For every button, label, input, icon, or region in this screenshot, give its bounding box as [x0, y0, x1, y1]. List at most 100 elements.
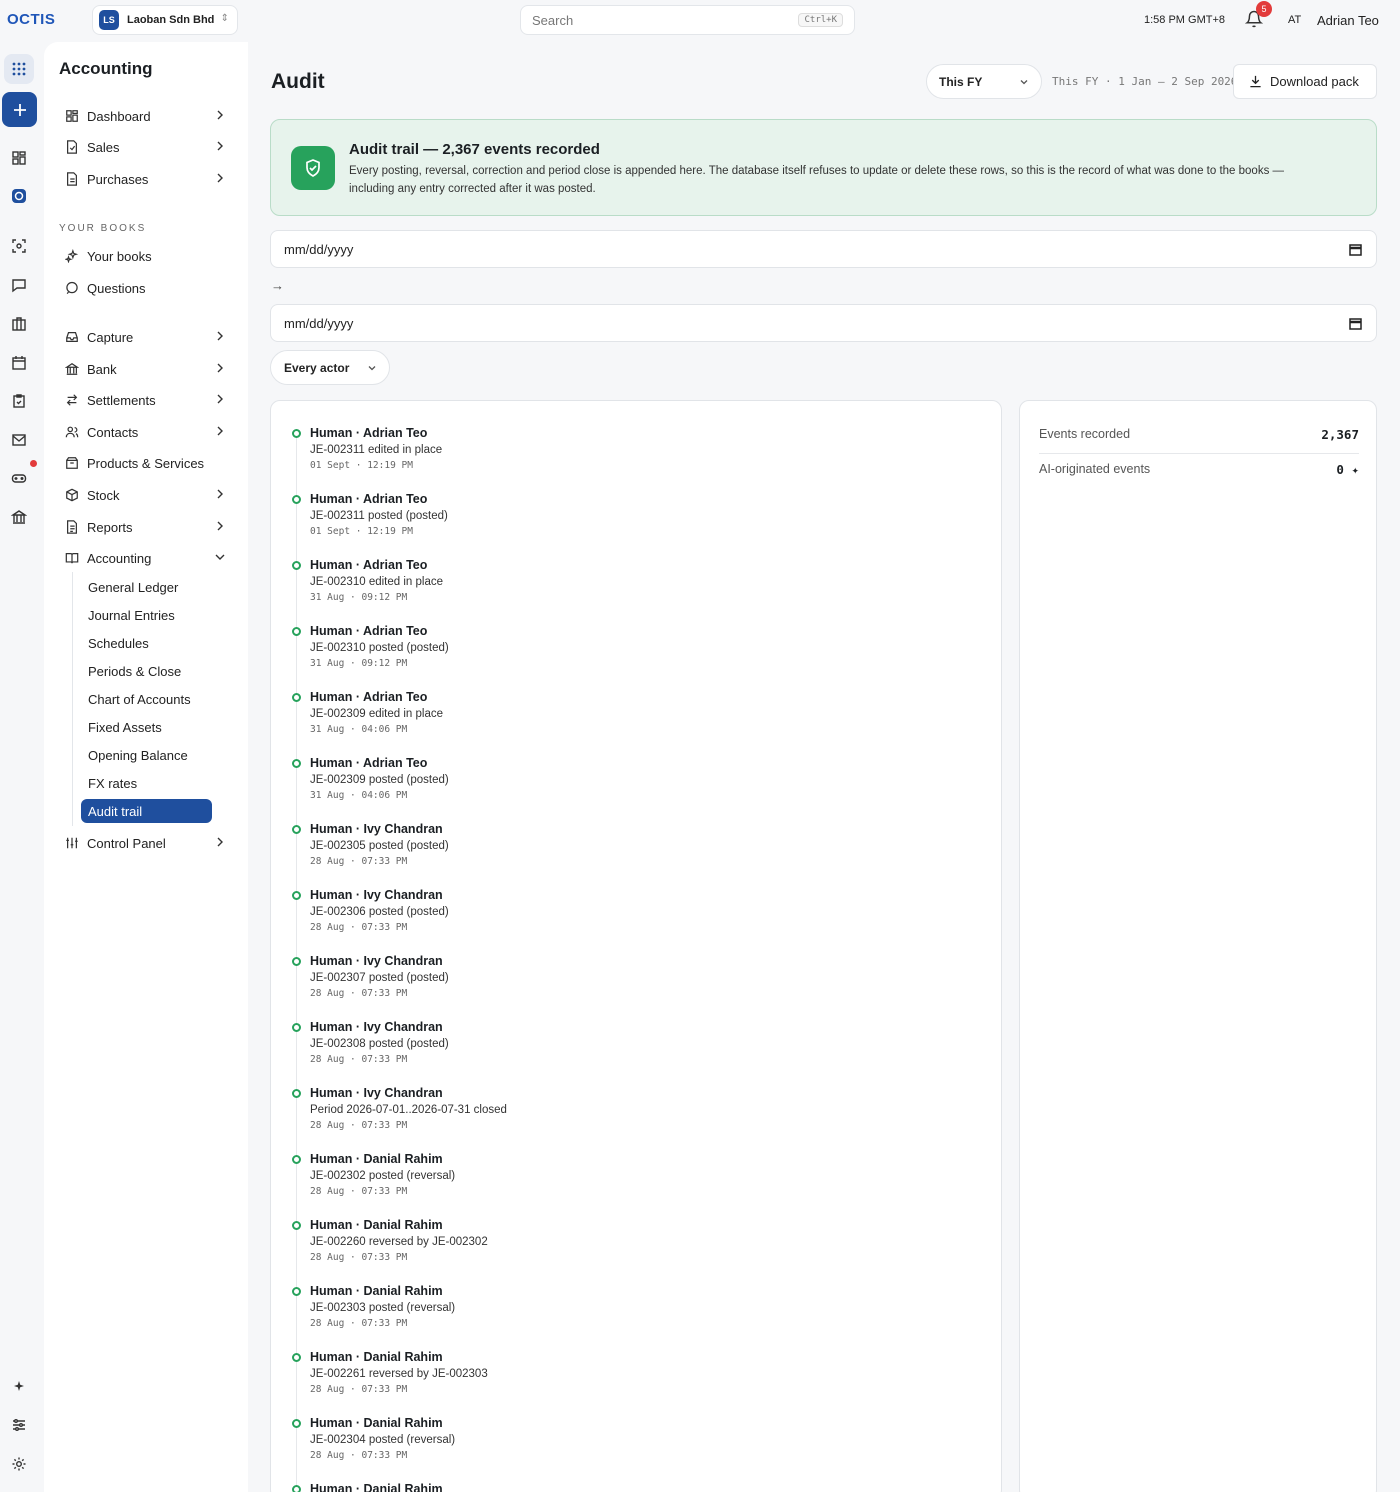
- messages-icon[interactable]: [4, 270, 34, 300]
- audit-banner: Audit trail — 2,367 events recorded Ever…: [270, 119, 1377, 216]
- sidebar-item-reports[interactable]: Reports: [64, 515, 226, 539]
- event-dot-icon: [292, 1419, 301, 1428]
- sliders-icon[interactable]: [4, 1410, 34, 1440]
- sidebar-item-contacts[interactable]: Contacts: [64, 420, 226, 444]
- mail-icon[interactable]: [4, 425, 34, 455]
- chevron-right-icon: [217, 363, 223, 373]
- sidebar-item-control-panel[interactable]: Control Panel: [64, 831, 226, 855]
- settings-gear-icon[interactable]: [4, 1449, 34, 1479]
- scan-icon[interactable]: [4, 231, 34, 261]
- event-actor: Human · Ivy Chandran: [310, 954, 443, 968]
- actor-filter-select[interactable]: Every actor: [270, 350, 390, 385]
- sidebar-sub-periods-close[interactable]: Periods & Close: [81, 659, 212, 683]
- dashboard-icon: [64, 108, 80, 124]
- sidebar-sub-fixed-assets[interactable]: Fixed Assets: [81, 715, 212, 739]
- gamepad-icon[interactable]: [4, 463, 34, 493]
- accounting-app-icon[interactable]: [4, 181, 34, 211]
- sidebar-item-label: Accounting: [87, 550, 152, 566]
- timeline-event[interactable]: Human · Ivy Chandran JE-002307 posted (po…: [290, 954, 890, 1016]
- sparkle-icon[interactable]: [4, 1371, 34, 1401]
- timeline-event[interactable]: Human · Ivy Chandran JE-002308 posted (po…: [290, 1020, 890, 1082]
- bank-rail-icon[interactable]: [4, 502, 34, 532]
- event-action: JE-002311 posted (posted): [310, 510, 448, 522]
- timeline-event[interactable]: Human · Danial Rahim JE-002304 posted (re…: [290, 1416, 890, 1478]
- sidebar-item-bank[interactable]: Bank: [64, 357, 226, 381]
- sidebar-sub-journal-entries[interactable]: Journal Entries: [81, 603, 212, 627]
- sidebar-sub-schedules[interactable]: Schedules: [81, 631, 212, 655]
- date-to-value: mm/dd/yyyy: [284, 316, 354, 331]
- briefcase-icon[interactable]: [4, 309, 34, 339]
- box-icon: [64, 487, 80, 503]
- download-pack-button[interactable]: Download pack: [1233, 64, 1377, 99]
- app-logo[interactable]: OCTIS: [7, 11, 55, 28]
- calendar-icon[interactable]: [1349, 243, 1362, 256]
- sidebar-item-stock[interactable]: Stock: [64, 483, 226, 507]
- date-to-field[interactable]: mm/dd/yyyy: [270, 304, 1377, 342]
- sidebar-title: Accounting: [59, 59, 153, 78]
- timeline-event[interactable]: Human · Danial Rahim JE-002260 reversed b…: [290, 1218, 890, 1280]
- event-action: JE-002308 posted (posted): [310, 1038, 449, 1050]
- calendar-icon[interactable]: [1349, 317, 1362, 330]
- clipboard-icon[interactable]: [4, 386, 34, 416]
- timeline-event[interactable]: Human · Adrian Teo JE-002311 edited in pl…: [290, 426, 890, 488]
- user-name[interactable]: Adrian Teo: [1317, 13, 1379, 28]
- date-from-field[interactable]: mm/dd/yyyy: [270, 230, 1377, 268]
- search-shortcut: Ctrl+K: [798, 13, 843, 27]
- sidebar-item-products-services[interactable]: Products & Services: [64, 451, 226, 475]
- sidebar-item-dashboard[interactable]: Dashboard: [64, 104, 226, 128]
- event-time: 01 Sept · 12:19 PM: [310, 526, 413, 537]
- user-initials[interactable]: AT: [1288, 14, 1301, 26]
- event-action: JE-002309 posted (posted): [310, 774, 449, 786]
- sidebar-item-purchases[interactable]: Purchases: [64, 167, 226, 191]
- sidebar-item-settlements[interactable]: Settlements: [64, 388, 226, 412]
- event-time: 28 Aug · 07:33 PM: [310, 1450, 408, 1461]
- timeline-event[interactable]: Human · Ivy Chandran JE-002305 posted (po…: [290, 822, 890, 884]
- sidebar-item-questions[interactable]: Questions: [64, 276, 226, 300]
- org-switcher[interactable]: LS Laoban Sdn Bhd ⇕: [92, 5, 238, 35]
- sidebar-item-label: Your books: [87, 248, 152, 264]
- chevron-right-icon: [217, 521, 223, 531]
- timeline-event[interactable]: Human · Ivy Chandran Period 2026-07-01..2…: [290, 1086, 890, 1148]
- event-time: 28 Aug · 07:33 PM: [310, 1120, 408, 1131]
- sidebar-item-capture[interactable]: Capture: [64, 325, 226, 349]
- event-actor: Human · Danial Rahim: [310, 1350, 443, 1364]
- timeline-event[interactable]: Human · Danial Rahim JE-002261 reversed b…: [290, 1350, 890, 1412]
- range-arrow: →: [271, 278, 284, 293]
- sidebar-item-your-books[interactable]: Your books: [64, 244, 226, 268]
- bank-icon: [64, 361, 80, 377]
- timeline-event[interactable]: Human · Danial Rahim: [290, 1482, 890, 1492]
- create-plus-icon[interactable]: [2, 92, 37, 127]
- event-action: JE-002305 posted (posted): [310, 840, 449, 852]
- timeline-event[interactable]: Human · Adrian Teo JE-002309 posted (post…: [290, 756, 890, 818]
- dashboard-rail-icon[interactable]: [4, 143, 34, 173]
- app-rail: [0, 42, 44, 1492]
- event-dot-icon: [292, 561, 301, 570]
- event-actor: Human · Ivy Chandran: [310, 822, 443, 836]
- event-time: 01 Sept · 12:19 PM: [310, 460, 413, 471]
- sidebar-item-accounting[interactable]: Accounting: [64, 546, 226, 570]
- timeline-event[interactable]: Human · Ivy Chandran JE-002306 posted (po…: [290, 888, 890, 950]
- timeline-event[interactable]: Human · Danial Rahim JE-002303 posted (re…: [290, 1284, 890, 1346]
- sidebar-item-sales[interactable]: Sales: [64, 135, 226, 159]
- timeline-event[interactable]: Human · Adrian Teo JE-002310 edited in pl…: [290, 558, 890, 620]
- sidebar-sub-chart-of-accounts[interactable]: Chart of Accounts: [81, 687, 212, 711]
- period-select[interactable]: This FY: [926, 64, 1042, 99]
- timeline-event[interactable]: Human · Danial Rahim JE-002302 posted (re…: [290, 1152, 890, 1214]
- timeline-event[interactable]: Human · Adrian Teo JE-002311 posted (post…: [290, 492, 890, 554]
- event-actor: Human · Danial Rahim: [310, 1218, 443, 1232]
- banner-body: Every posting, reversal, correction and …: [349, 165, 1285, 195]
- calendar-icon[interactable]: [4, 348, 34, 378]
- event-dot-icon: [292, 495, 301, 504]
- sidebar-sub-fx-rates[interactable]: FX rates: [81, 771, 212, 795]
- sidebar-item-label: Control Panel: [87, 835, 166, 851]
- event-dot-icon: [292, 627, 301, 636]
- timeline-event[interactable]: Human · Adrian Teo JE-002310 posted (post…: [290, 624, 890, 686]
- search-input[interactable]: Search Ctrl+K: [520, 5, 855, 35]
- timeline-event[interactable]: Human · Adrian Teo JE-002309 edited in pl…: [290, 690, 890, 752]
- section-label: YOUR BOOKS: [59, 223, 147, 234]
- stat-label: Events recorded: [1039, 427, 1131, 441]
- sidebar-sub-general-ledger[interactable]: General Ledger: [81, 575, 212, 599]
- apps-grid-icon[interactable]: [4, 54, 34, 84]
- sidebar-sub-audit-trail[interactable]: Audit trail: [81, 799, 212, 823]
- sidebar-sub-opening-balance[interactable]: Opening Balance: [81, 743, 212, 767]
